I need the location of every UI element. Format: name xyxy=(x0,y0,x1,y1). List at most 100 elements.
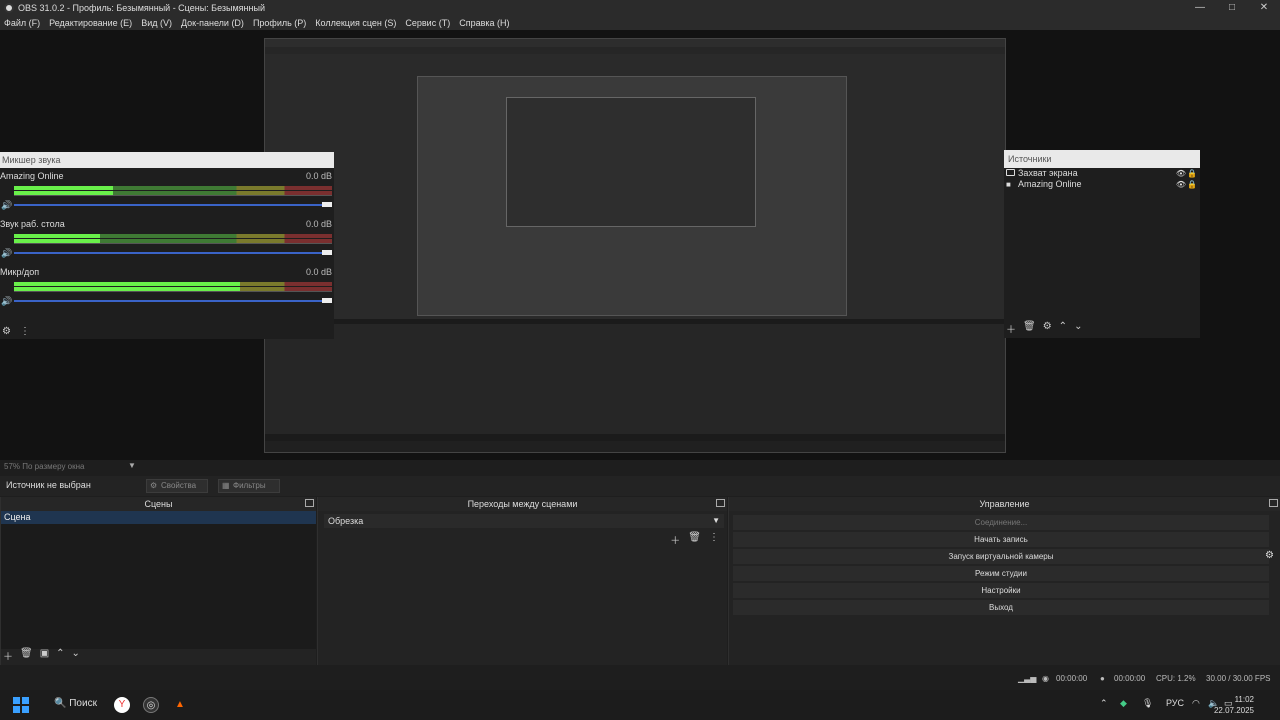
volume-slider[interactable] xyxy=(14,204,324,206)
volume-meter xyxy=(14,234,332,238)
studio-mode-button[interactable]: Режим студии xyxy=(733,566,1269,581)
properties-button[interactable]: ⚙ Свойства xyxy=(146,479,208,493)
volume-slider-handle[interactable] xyxy=(322,202,332,207)
source-item[interactable]: ■ Amazing Online 👁 🔒 xyxy=(1004,179,1200,190)
speaker-icon[interactable]: 🔊 xyxy=(1,296,12,307)
yandex-browser-icon[interactable]: Y xyxy=(114,697,130,713)
source-name: Amazing Online xyxy=(1018,179,1082,189)
mixer-settings-icon[interactable]: ⚙ xyxy=(2,326,11,337)
mixer-channel: Amazing Online 0.0 dB 🔊 xyxy=(0,168,334,216)
window-title: OBS 31.0.2 - Профиль: Безымянный - Сцены… xyxy=(18,3,265,13)
audio-mixer-panel: Микшер звука Amazing Online 0.0 dB 🔊 Зву… xyxy=(0,152,334,339)
source-properties-icon[interactable]: ⚙ xyxy=(1043,321,1052,336)
minimize-button[interactable]: — xyxy=(1184,0,1216,16)
lock-icon[interactable]: 🔒 xyxy=(1187,168,1197,179)
add-transition-icon[interactable]: ＋ xyxy=(670,532,680,547)
move-down-icon[interactable]: ⌄ xyxy=(72,648,80,663)
volume-slider-handle[interactable] xyxy=(322,250,332,255)
obs-taskbar-icon[interactable]: ◎ xyxy=(143,697,159,713)
microphone-icon[interactable]: 🎙 xyxy=(1142,698,1153,709)
mixer-channel: Звук раб. стола 0.0 dB 🔊 xyxy=(0,216,334,264)
menu-tools[interactable]: Сервис (T) xyxy=(405,18,450,28)
stream-status-icon: ◉ xyxy=(1042,674,1049,683)
menu-edit[interactable]: Редактирование (E) xyxy=(49,18,132,28)
move-up-icon[interactable]: ⌃ xyxy=(1059,321,1067,336)
zoom-dropdown-icon[interactable]: ▼ xyxy=(128,461,136,470)
transitions-title: Переходы между сценами xyxy=(318,497,727,511)
speaker-icon[interactable]: 🔊 xyxy=(1,200,12,211)
connecting-button[interactable]: Соединение... xyxy=(733,515,1269,530)
exit-button[interactable]: Выход xyxy=(733,600,1269,615)
transitions-dock: Переходы между сценами Обрезка ▼ ＋ 🗑 ⋮ xyxy=(317,497,727,665)
stream-time: 00:00:00 xyxy=(1056,674,1088,683)
meter-scale xyxy=(14,291,332,297)
taskbar-clock[interactable]: 11:02 22.07.2025 xyxy=(1214,694,1254,716)
virtual-camera-settings-icon[interactable]: ⚙ xyxy=(1265,550,1274,561)
channel-name: Звук раб. стола xyxy=(0,219,65,229)
add-source-icon[interactable]: ＋ xyxy=(1006,321,1016,336)
volume-meter xyxy=(14,186,332,190)
visibility-eye-icon[interactable]: 👁 xyxy=(1176,168,1186,179)
audio-mixer-title: Микшер звука xyxy=(0,152,334,168)
start-recording-button[interactable]: Начать запись xyxy=(733,532,1269,547)
undock-icon[interactable] xyxy=(716,499,725,507)
menu-file[interactable]: Файл (F) xyxy=(4,18,40,28)
menu-docks[interactable]: Док-панели (D) xyxy=(181,18,244,28)
language-indicator[interactable]: РУС xyxy=(1166,698,1184,708)
speaker-icon[interactable]: 🔊 xyxy=(1,248,12,259)
volume-slider[interactable] xyxy=(14,252,324,254)
clock-time: 11:02 xyxy=(1234,695,1254,704)
tray-shield-icon[interactable]: ◆ xyxy=(1120,698,1127,709)
visibility-eye-icon[interactable]: 👁 xyxy=(1176,179,1186,190)
app-triangle-icon[interactable]: ▲ xyxy=(172,697,188,713)
wifi-icon[interactable]: ◠ xyxy=(1192,698,1200,709)
undock-icon[interactable] xyxy=(305,499,314,507)
mixer-menu-icon[interactable]: ⋮ xyxy=(20,326,30,337)
source-item[interactable]: Захват экрана 👁 🔒 xyxy=(1004,168,1200,179)
transitions-title-text: Переходы между сценами xyxy=(467,499,578,509)
scenes-title-text: Сцены xyxy=(144,499,173,509)
channel-name: Микр/доп xyxy=(0,267,40,277)
cpu-usage: CPU: 1.2% xyxy=(1156,674,1196,683)
menu-scene-collection[interactable]: Коллекция сцен (S) xyxy=(315,18,396,28)
scenes-toolbar: ＋ 🗑 ▣ ⌃ ⌄ xyxy=(3,648,80,663)
scene-filters-icon[interactable]: ▣ xyxy=(40,648,49,663)
transition-select[interactable]: Обрезка ▼ xyxy=(324,514,724,528)
start-virtual-camera-button[interactable]: Запуск виртуальной камеры xyxy=(733,549,1269,564)
remove-source-icon[interactable]: 🗑 xyxy=(1023,321,1036,336)
gear-icon: ⚙ xyxy=(150,481,158,490)
menu-help[interactable]: Справка (H) xyxy=(459,18,509,28)
move-down-icon[interactable]: ⌄ xyxy=(1074,321,1082,336)
scenes-dock: Сцены Сцена ＋ 🗑 ▣ ⌃ ⌄ xyxy=(0,497,316,665)
taskbar-search-label: Поиск xyxy=(69,698,97,709)
controls-dock: Управление Соединение... Начать запись З… xyxy=(728,497,1280,665)
maximize-button[interactable]: □ xyxy=(1216,0,1248,16)
remove-scene-icon[interactable]: 🗑 xyxy=(20,648,33,663)
menu-view[interactable]: Вид (V) xyxy=(141,18,172,28)
channel-name: Amazing Online xyxy=(0,171,64,181)
close-button[interactable]: ✕ xyxy=(1248,0,1280,16)
window-controls: — □ ✕ xyxy=(1184,0,1280,16)
remove-transition-icon[interactable]: 🗑 xyxy=(688,532,701,547)
taskbar-search[interactable]: 🔍 Поиск xyxy=(54,698,97,709)
transition-menu-icon[interactable]: ⋮ xyxy=(709,532,719,547)
scene-item[interactable]: Сцена xyxy=(1,511,316,524)
filters-button[interactable]: ▦ Фильтры xyxy=(218,479,280,493)
menu-profile[interactable]: Профиль (P) xyxy=(253,18,306,28)
volume-slider-handle[interactable] xyxy=(322,298,332,303)
settings-button[interactable]: Настройки xyxy=(733,583,1269,598)
tray-expand-icon[interactable]: ⌃ xyxy=(1100,698,1108,709)
volume-slider[interactable] xyxy=(14,300,324,302)
camera-icon: ■ xyxy=(1006,180,1011,189)
controls-title-text: Управление xyxy=(979,499,1030,509)
preview-zoom-row: 57% По размеру окна ▼ xyxy=(0,460,1280,474)
undock-icon[interactable] xyxy=(1269,499,1278,507)
sources-toolbar: ＋ 🗑 ⚙ ⌃ ⌄ xyxy=(1006,321,1082,336)
source-name: Захват экрана xyxy=(1018,168,1078,178)
add-scene-icon[interactable]: ＋ xyxy=(3,648,13,663)
record-status-icon: ● xyxy=(1100,674,1105,683)
lock-icon[interactable]: 🔒 xyxy=(1187,179,1197,190)
move-up-icon[interactable]: ⌃ xyxy=(56,648,64,663)
sources-panel: Источники Захват экрана 👁 🔒 ■ Amazing On… xyxy=(1004,150,1200,338)
windows-start-icon[interactable] xyxy=(13,697,29,713)
